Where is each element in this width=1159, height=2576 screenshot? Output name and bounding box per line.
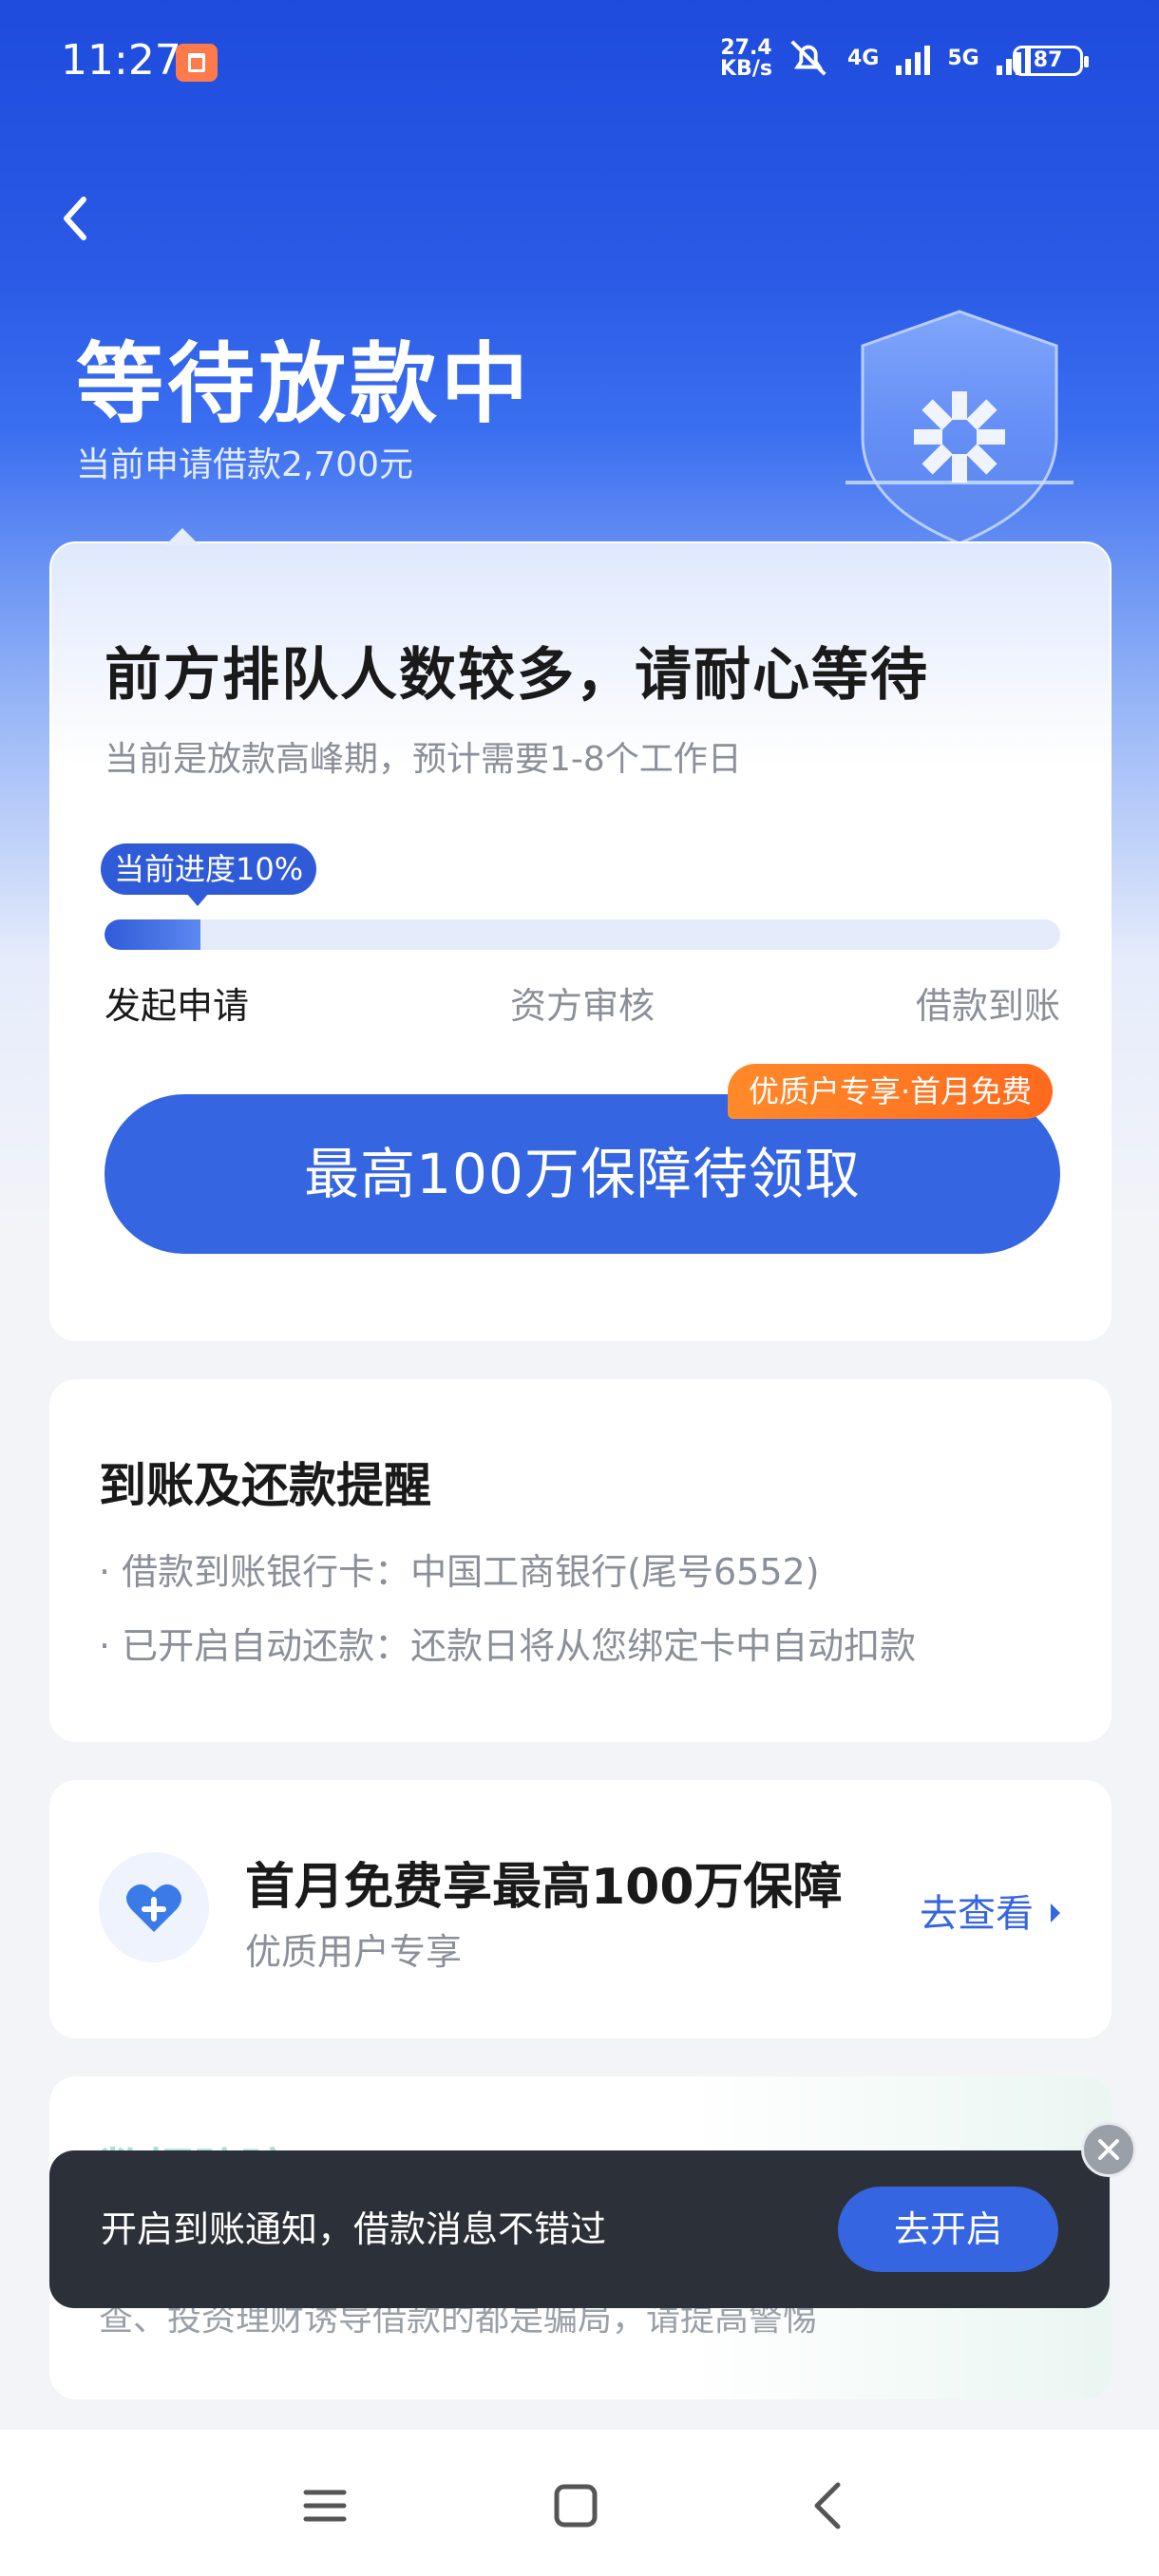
toast-message: 开启到账通知，借款消息不错过 — [101, 2208, 607, 2250]
back-triangle-icon — [814, 2482, 841, 2529]
signal-5g-label: 5G — [947, 46, 979, 70]
insurance-card[interactable]: 首月免费享最高100万保障 优质用户专享 去查看 — [49, 1780, 1112, 2038]
enable-notification-button[interactable]: 去开启 — [838, 2187, 1058, 2272]
step-disbursed: 借款到账 — [915, 985, 1060, 1027]
nav-back-button[interactable] — [800, 2477, 857, 2534]
progress-fill — [104, 919, 200, 950]
reminder-auto-repay: · 已开启自动还款：还款日将从您绑定卡中自动扣款 — [99, 1625, 917, 1667]
page-title: 等待放款中 — [76, 333, 533, 435]
progress-steps: 发起申请 资方审核 借款到账 — [104, 976, 1060, 1029]
queue-title: 前方排队人数较多，请耐心等待 — [104, 642, 929, 709]
network-speed-value: 27.4 — [720, 36, 772, 60]
insurance-title: 首月免费享最高100万保障 — [245, 1859, 843, 1916]
progress-tag: 当前进度10% — [101, 843, 317, 906]
notification-toast: 开启到账通知，借款消息不错过 去开启 — [49, 2150, 1110, 2308]
toast-close-button[interactable] — [1081, 2122, 1136, 2177]
reminder-card: 到账及还款提醒 · 借款到账银行卡：中国工商银行(尾号6552) · 已开启自动… — [49, 1379, 1112, 1742]
back-arrow-icon — [64, 197, 86, 240]
nav-home-button[interactable] — [547, 2477, 604, 2534]
status-bar: 11:27 27.4 KB/s 4G 5G 87 — [0, 0, 1159, 123]
queue-description: 当前是放款高峰期，预计需要1-8个工作日 — [104, 740, 742, 779]
step-apply: 发起申请 — [104, 985, 250, 1027]
status-icons: 4G 5G — [787, 36, 1031, 80]
progress-card: 前方排队人数较多，请耐心等待 当前是放款高峰期，预计需要1-8个工作日 当前进度… — [49, 528, 1112, 1341]
system-nav-bar — [0, 2430, 1159, 2576]
status-time: 11:27 — [61, 36, 181, 85]
progress-bar — [104, 919, 1060, 950]
battery-icon: 87 — [1013, 46, 1089, 76]
reminder-title: 到账及还款提醒 — [99, 1458, 431, 1513]
step-review: 资方审核 — [509, 985, 655, 1027]
view-insurance-link[interactable]: 去查看 — [920, 1883, 1060, 1938]
network-speed-unit: KB/s — [720, 57, 772, 81]
reminder-bank-card: · 借款到账银行卡：中国工商银行(尾号6552) — [99, 1551, 820, 1593]
insurance-subtitle: 优质用户专享 — [245, 1931, 463, 1973]
mute-bell-icon — [790, 40, 826, 76]
network-speed: 27.4 KB/s — [720, 38, 772, 80]
menu-icon — [303, 2490, 347, 2522]
heart-plus-icon — [99, 1852, 209, 1962]
nav-menu-button[interactable] — [296, 2477, 353, 2534]
loan-amount-subtitle: 当前申请借款2,700元 — [76, 445, 414, 484]
app-notification-icon — [176, 44, 218, 82]
back-button[interactable] — [48, 190, 104, 247]
home-square-icon — [554, 2484, 598, 2528]
signal-4g-label: 4G — [847, 46, 880, 70]
premium-badge: 优质户专享·首月免费 — [728, 1064, 1054, 1119]
signal-4g-icon — [896, 41, 931, 75]
shield-logo-icon — [826, 304, 1092, 551]
card-notch — [165, 528, 200, 545]
close-icon — [1098, 2139, 1119, 2160]
